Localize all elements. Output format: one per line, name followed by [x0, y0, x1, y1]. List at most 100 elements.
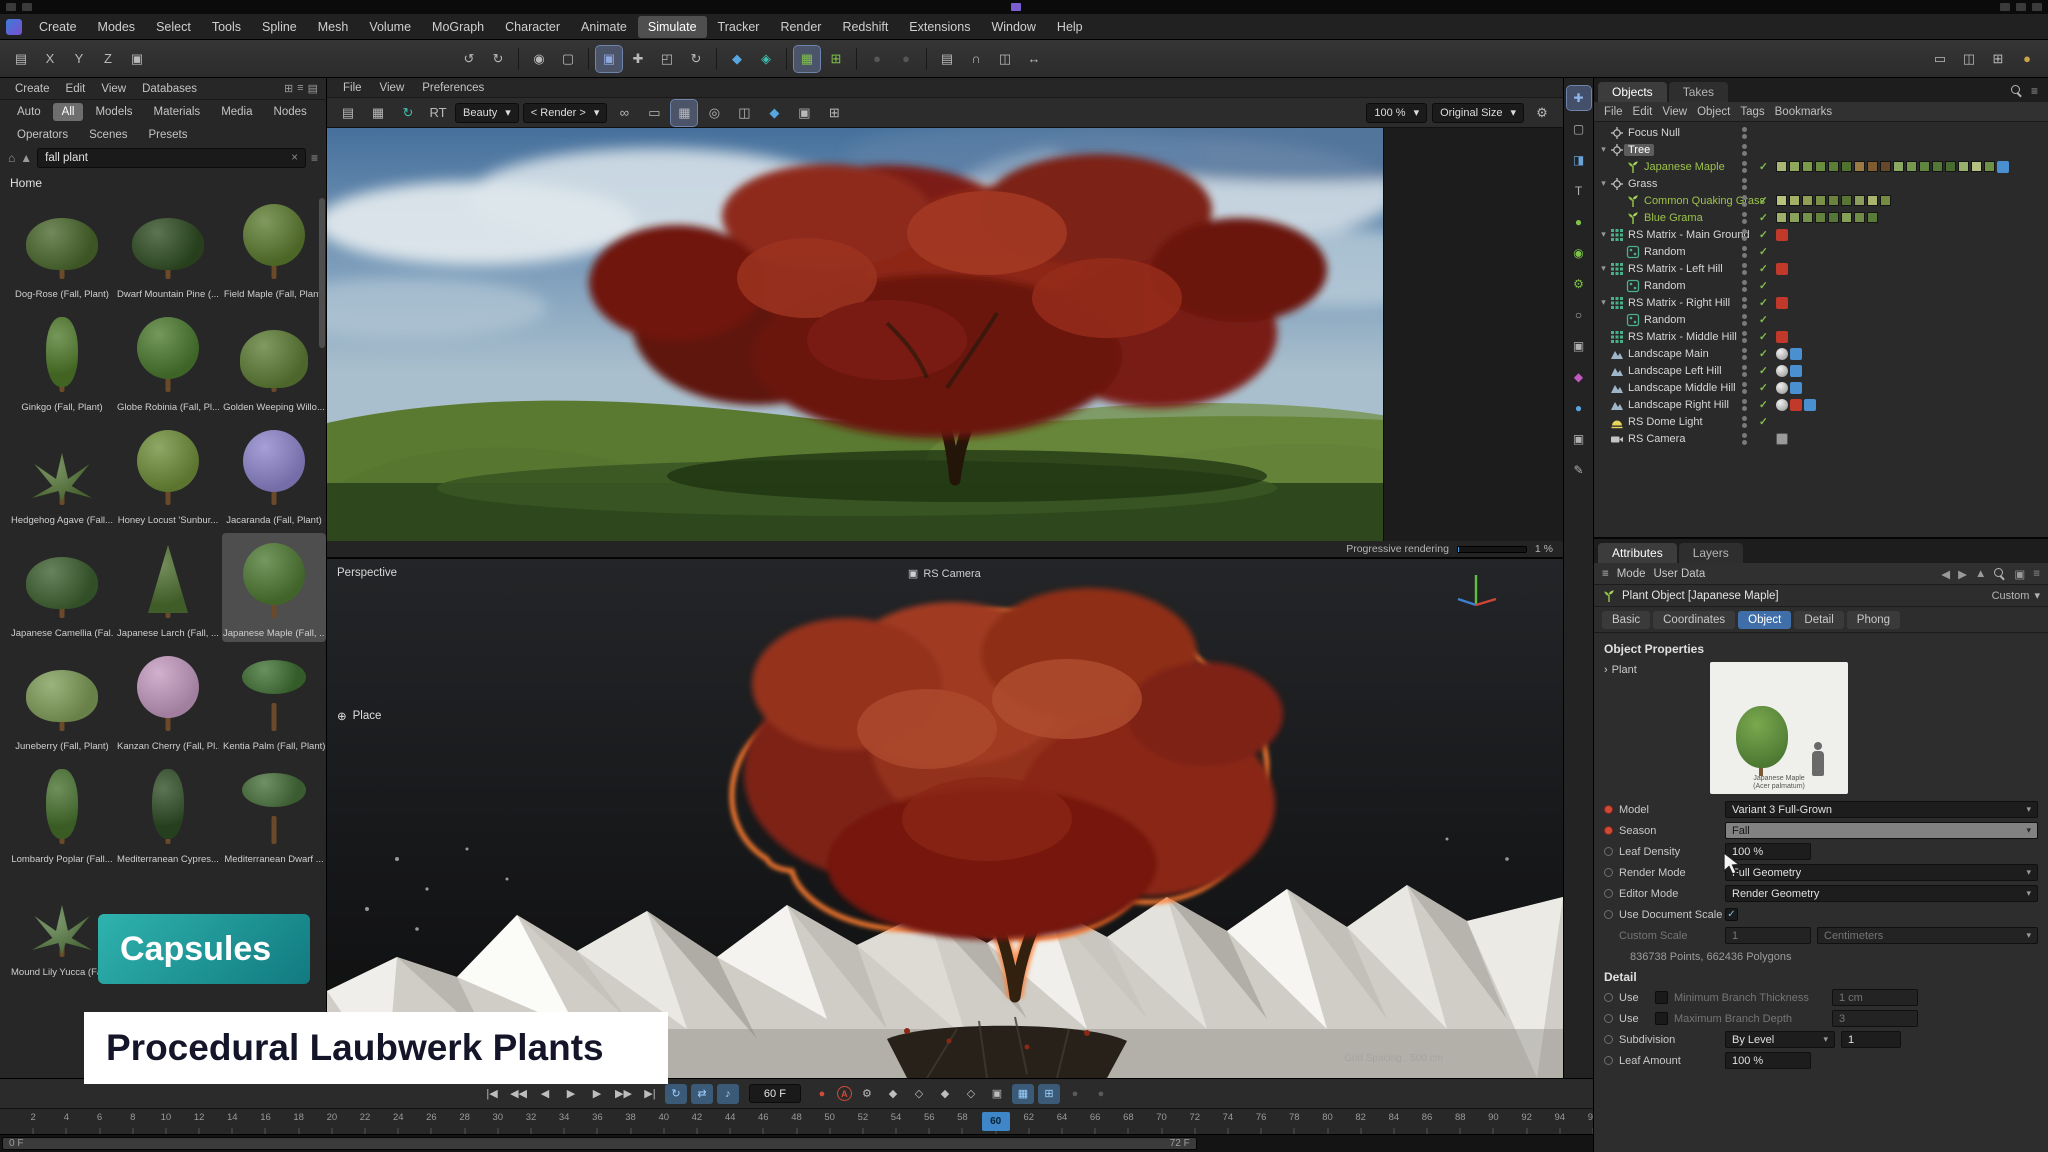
material-swatch[interactable] — [1867, 161, 1878, 172]
render-visibility-dot[interactable] — [1742, 304, 1747, 309]
section-tab-object[interactable]: Object — [1738, 611, 1791, 629]
section-tab-phong[interactable]: Phong — [1847, 611, 1900, 629]
mode-label[interactable]: Mode — [1617, 568, 1646, 580]
tangent-circle-icon[interactable]: ○ — [1567, 303, 1591, 327]
asset-item-field-maple-fall-plant[interactable]: Field Maple (Fall, Plant) — [222, 194, 326, 303]
render-visibility-dot[interactable] — [1742, 423, 1747, 428]
keyframe-options-icon[interactable]: ⚙ — [856, 1084, 878, 1104]
maximum-branch-depth-input[interactable]: 3 — [1832, 1010, 1918, 1027]
search-input[interactable]: fall plant × — [37, 148, 306, 168]
material-swatch[interactable] — [1789, 195, 1800, 206]
grid-view-icon[interactable]: ⊞ — [284, 82, 293, 95]
snapshot-icon[interactable]: ⊞ — [821, 100, 847, 126]
mirror-icon[interactable]: ◫ — [992, 46, 1018, 72]
next-frame-button[interactable]: ▶ — [586, 1084, 608, 1104]
undo-icon[interactable]: ↺ — [456, 46, 482, 72]
material-swatch[interactable] — [1854, 195, 1865, 206]
menu-create[interactable]: Create — [29, 16, 87, 38]
editor-visibility-dot[interactable] — [1742, 212, 1747, 217]
play-button[interactable]: ▶ — [560, 1084, 582, 1104]
asset-item-dog-rose-fall-plant[interactable]: Dog-Rose (Fall, Plant) — [10, 194, 114, 303]
asset-item-japanese-larch-fall[interactable]: Japanese Larch (Fall, ... — [116, 533, 220, 642]
volume-tool-icon[interactable]: ● — [1567, 396, 1591, 420]
material-swatch[interactable] — [1867, 195, 1878, 206]
enabled-check-icon[interactable]: ✓ — [1759, 212, 1768, 224]
om-menu-view[interactable]: View — [1662, 106, 1687, 118]
field-tag-icon[interactable] — [1790, 382, 1802, 394]
redshift-tag-icon[interactable] — [1776, 297, 1788, 309]
subdivision-select[interactable]: By Level▾ — [1725, 1031, 1835, 1048]
editor-visibility-dot[interactable] — [1742, 246, 1747, 251]
settings-gear-icon[interactable]: ⚙ — [1529, 100, 1555, 126]
rv-menu-view[interactable]: View — [372, 80, 413, 96]
material-swatch[interactable] — [1776, 212, 1787, 223]
material-swatch[interactable] — [1919, 161, 1930, 172]
isolate-icon[interactable]: ◎ — [701, 100, 727, 126]
save-image-icon[interactable]: ▤ — [335, 100, 361, 126]
perspective-viewport[interactable]: Perspective ▣ RS Camera ⊕ Place Grid Spa… — [327, 559, 1563, 1078]
info-view-icon[interactable]: ▤ — [308, 82, 318, 95]
filter-tab-nodes[interactable]: Nodes — [265, 103, 316, 121]
text-tool-icon[interactable]: T — [1567, 179, 1591, 203]
custom-dropdown[interactable]: Custom ▾ — [1992, 589, 2040, 602]
render-visibility-dot[interactable] — [1742, 236, 1747, 241]
asset-menu-create[interactable]: Create — [8, 81, 57, 97]
corner-box-icon[interactable]: ▣ — [1567, 334, 1591, 358]
asset-menu-edit[interactable]: Edit — [59, 81, 93, 97]
tree-item-grass[interactable]: ▾Grass — [1594, 175, 2048, 192]
phong-tag-icon[interactable] — [1776, 348, 1788, 360]
expand-arrow-icon[interactable]: ▾ — [1598, 144, 1609, 155]
material-swatch[interactable] — [1789, 161, 1800, 172]
material-swatch[interactable] — [1776, 161, 1787, 172]
material-swatch[interactable] — [1815, 195, 1826, 206]
attr-tab-layers[interactable]: Layers — [1679, 543, 1743, 563]
menu-volume[interactable]: Volume — [359, 16, 421, 38]
snap-toggle-icon[interactable]: ▦ — [794, 46, 820, 72]
camera-label[interactable]: ▣ RS Camera — [908, 567, 981, 580]
om-menu-object[interactable]: Object — [1697, 106, 1730, 118]
capsule-tool-icon[interactable]: ◉ — [1567, 241, 1591, 265]
material-swatch[interactable] — [1815, 161, 1826, 172]
quantize-toggle-icon[interactable]: ⊞ — [823, 46, 849, 72]
ping-pong-button[interactable]: ⇄ — [691, 1084, 713, 1104]
enabled-check-icon[interactable]: ✓ — [1759, 161, 1768, 173]
season-select[interactable]: Fall▾ — [1725, 822, 2038, 839]
redo-icon[interactable]: ↻ — [485, 46, 511, 72]
field-tag-icon[interactable] — [1790, 365, 1802, 377]
minimum-branch-thickness-checkbox[interactable] — [1655, 991, 1668, 1004]
keyframe-dot[interactable] — [1604, 847, 1613, 856]
enabled-check-icon[interactable]: ✓ — [1759, 416, 1768, 428]
link-icon[interactable]: ∞ — [611, 100, 637, 126]
expand-arrow-icon[interactable]: ▾ — [1598, 297, 1609, 308]
menu-character[interactable]: Character — [495, 16, 570, 38]
subdivision-input[interactable]: 1 — [1841, 1031, 1901, 1048]
material-swatch[interactable] — [1776, 195, 1787, 206]
tree-item-landscape-left-hill[interactable]: Landscape Left Hill✓ — [1594, 362, 2048, 379]
axis-z-button[interactable]: Z — [95, 46, 121, 72]
enabled-check-icon[interactable]: ✓ — [1759, 246, 1768, 258]
phong-tag-icon[interactable] — [1776, 399, 1788, 411]
material-swatch[interactable] — [1815, 212, 1826, 223]
camera-tool-icon[interactable]: ▣ — [1567, 427, 1591, 451]
preview-range[interactable]: 0 F 72 F — [2, 1137, 1197, 1150]
next-key-button[interactable]: ▶▶ — [612, 1084, 635, 1104]
om-tab-takes[interactable]: Takes — [1669, 82, 1728, 102]
previous-key-button[interactable]: ◀◀ — [507, 1084, 530, 1104]
tree-item-japanese-maple[interactable]: Japanese Maple✓ — [1594, 158, 2048, 175]
expand-icon[interactable]: › — [1604, 664, 1608, 794]
phong-tag-icon[interactable] — [1776, 365, 1788, 377]
asset-item-juneberry-fall-plant[interactable]: Juneberry (Fall, Plant) — [10, 646, 114, 755]
close-icon[interactable] — [2032, 3, 2042, 11]
field-tag-icon[interactable] — [1997, 161, 2009, 173]
asset-item-japanese-camellia-fal[interactable]: Japanese Camellia (Fal... — [10, 533, 114, 642]
keyframe-dot[interactable] — [1604, 993, 1613, 1002]
simulate-tool-icon[interactable]: ▣ — [596, 46, 622, 72]
magnet-icon[interactable]: ∩ — [963, 46, 989, 72]
tree-item-tree[interactable]: ▾Tree — [1594, 141, 2048, 158]
enabled-check-icon[interactable]: ✓ — [1759, 331, 1768, 343]
copy-image-icon[interactable]: ▦ — [365, 100, 391, 126]
lock-icon[interactable]: ▣ — [2014, 567, 2025, 581]
cube-tool-icon[interactable]: ◨ — [1567, 148, 1591, 172]
timeline-range-bar[interactable]: 0 F 72 F — [0, 1134, 1593, 1152]
section-tab-coordinates[interactable]: Coordinates — [1653, 611, 1735, 629]
